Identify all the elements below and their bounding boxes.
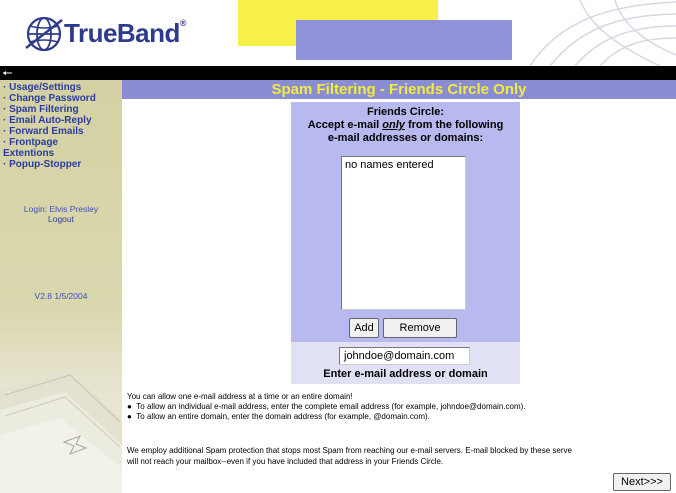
friends-circle-instruction: Accept e-mail only from the following bbox=[307, 119, 504, 131]
friends-circle-panel: Friends Circle: Accept e-mail only from … bbox=[291, 102, 520, 342]
sidebar-item-popup-stopper[interactable]: · Popup-Stopper bbox=[3, 159, 96, 170]
note-line-1: We employ additional Spam protection tha… bbox=[127, 446, 572, 455]
trueband-logo[interactable]: TrueBand® bbox=[20, 12, 190, 56]
logout-link[interactable]: Logout bbox=[0, 214, 122, 224]
friends-circle-title: Friends Circle: bbox=[366, 106, 445, 118]
friends-circle-heading: Friends Circle: Accept e-mail only from … bbox=[291, 106, 520, 145]
banner-purple-block bbox=[296, 20, 512, 60]
remove-button[interactable]: Remove bbox=[383, 318, 457, 338]
sidebar-item-spam-filtering[interactable]: · Spam Filtering bbox=[3, 104, 96, 115]
globe-logo-icon bbox=[25, 16, 63, 52]
login-name: Login: Elvis Presley bbox=[23, 204, 99, 214]
version-label: V2.8 1/5/2004 bbox=[34, 291, 88, 301]
top-black-bar: 🠔 bbox=[0, 66, 676, 80]
help-text: You can allow one e-mail address at a ti… bbox=[127, 392, 526, 422]
back-arrow-icon[interactable]: 🠔 bbox=[2, 66, 13, 80]
page-title: Spam Filtering - Friends Circle Only bbox=[271, 81, 527, 98]
list-item[interactable]: no names entered bbox=[345, 159, 462, 171]
brand-name: TrueBand® bbox=[64, 18, 187, 48]
sidebar-item-forward-emails[interactable]: · Forward Emails bbox=[3, 126, 96, 137]
header-banner: TrueBand® bbox=[0, 0, 676, 66]
spam-protection-note: We employ additional Spam protection tha… bbox=[127, 445, 676, 467]
sidebar-item-change-password[interactable]: · Change Password bbox=[3, 93, 96, 104]
bullet-icon: ● bbox=[127, 412, 132, 421]
sidebar-item-email-auto-reply[interactable]: · Email Auto-Reply bbox=[3, 115, 96, 126]
globe-swoosh-graphic bbox=[529, 0, 676, 66]
next-button[interactable]: Next>>> bbox=[613, 473, 671, 491]
sidebar-item-frontpage[interactable]: · Frontpage bbox=[3, 137, 96, 148]
add-button[interactable]: Add bbox=[349, 318, 379, 338]
help-bullet-2: ● To allow an entire domain, enter the d… bbox=[127, 412, 430, 421]
help-intro: You can allow one e-mail address at a ti… bbox=[127, 392, 353, 401]
sidebar: · Usage/Settings · Change Password · Spa… bbox=[0, 80, 122, 493]
sidebar-item-usage-settings[interactable]: · Usage/Settings bbox=[3, 82, 96, 93]
email-field[interactable]: johndoe@domain.com bbox=[339, 347, 470, 365]
sidebar-nav: · Usage/Settings · Change Password · Spa… bbox=[3, 82, 96, 170]
email-entry-panel: johndoe@domain.com Enter e-mail address … bbox=[291, 342, 520, 384]
note-line-2: will not reach your mailbox--even if you… bbox=[127, 457, 444, 466]
friends-list-box[interactable]: no names entered bbox=[341, 156, 466, 310]
login-info: Login: Elvis Presley Logout bbox=[0, 204, 122, 224]
page-title-bar: Spam Filtering - Friends Circle Only bbox=[122, 80, 676, 99]
email-field-caption: Enter e-mail address or domain bbox=[323, 368, 488, 380]
help-bullet-1: ● To allow an individual e-mail address,… bbox=[127, 402, 526, 411]
pages-decoration-graphic bbox=[0, 370, 122, 493]
friends-circle-instruction-2: e-mail addresses or domains: bbox=[327, 132, 484, 144]
sidebar-item-frontpage-extentions[interactable]: Extentions bbox=[3, 148, 96, 159]
bullet-icon: ● bbox=[127, 402, 132, 411]
